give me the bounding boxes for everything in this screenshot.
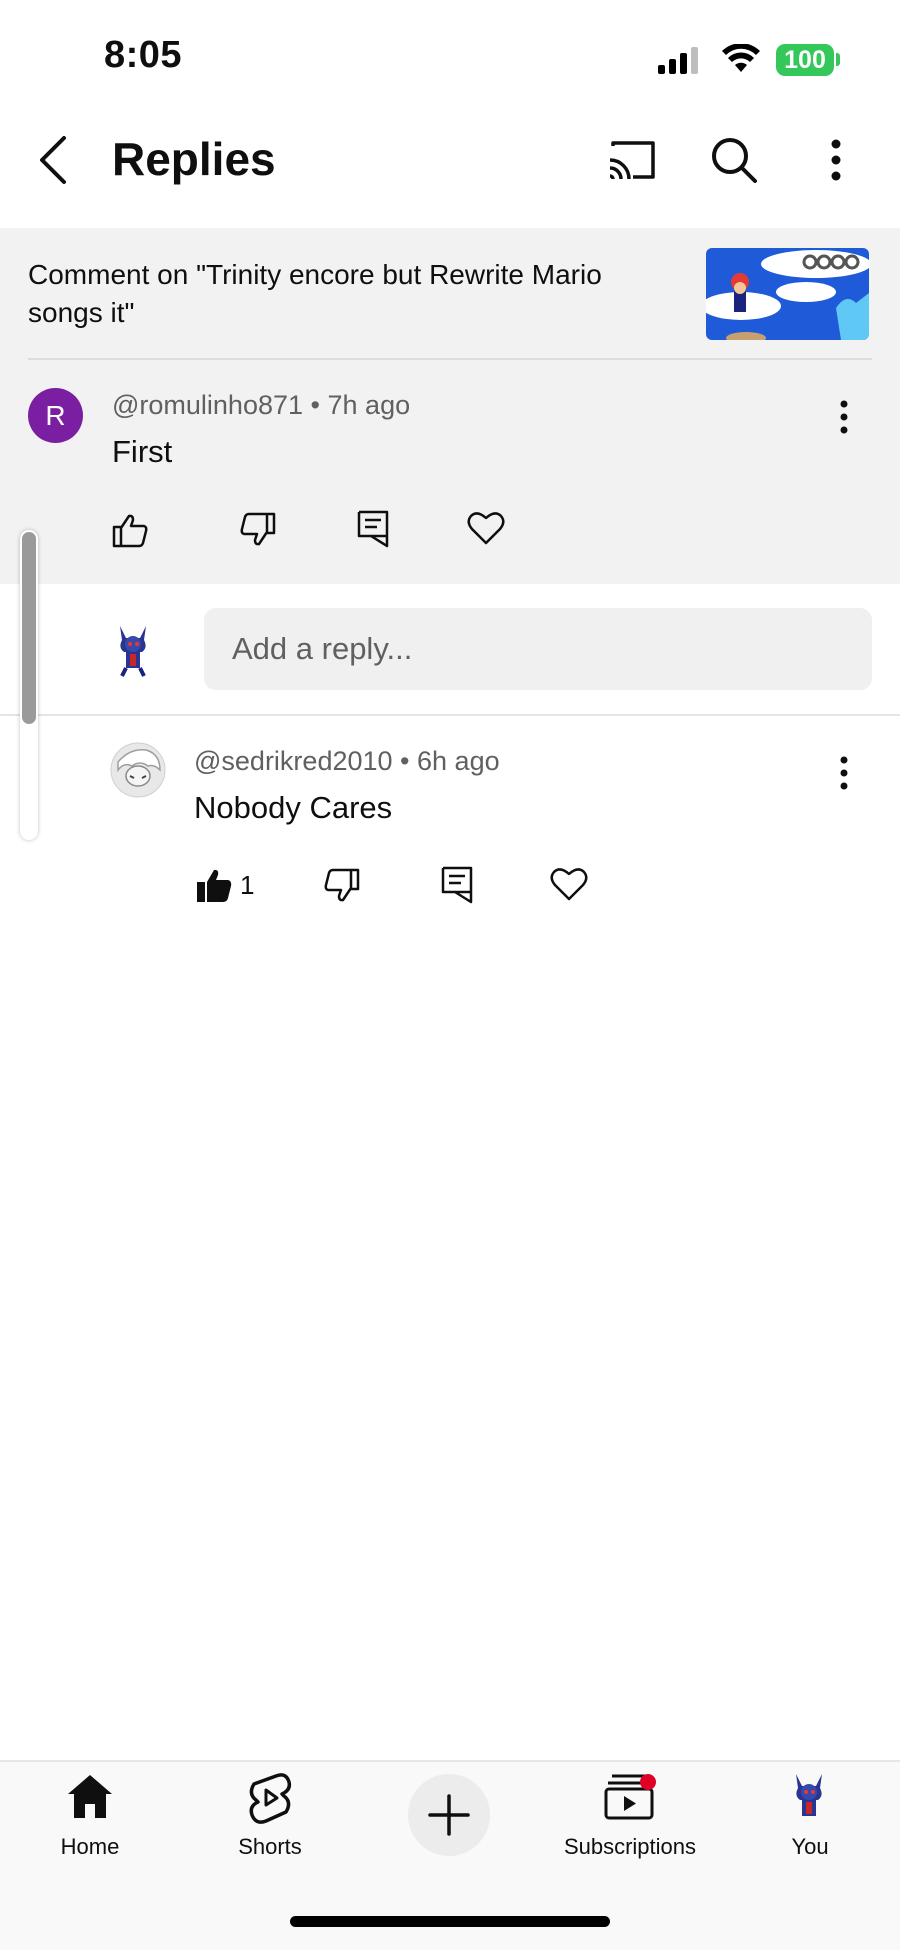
thumb-down-icon[interactable] xyxy=(240,512,276,548)
reply-icon[interactable] xyxy=(357,510,389,548)
thumb-up-filled-icon[interactable] xyxy=(196,867,232,903)
more-vertical-icon[interactable] xyxy=(826,138,846,182)
video-thumbnail[interactable] xyxy=(706,248,869,340)
you-avatar xyxy=(784,1770,834,1826)
nav-create[interactable] xyxy=(360,1770,540,1880)
cellular-signal-icon xyxy=(656,46,704,74)
comment-time: 7h ago xyxy=(327,390,411,420)
scrollbar-thumb[interactable] xyxy=(22,532,36,724)
comment-meta: @romulinho871 • 7h ago xyxy=(112,390,410,421)
heart-icon[interactable] xyxy=(467,510,505,546)
comment-text: First xyxy=(112,434,173,469)
home-indicator xyxy=(290,1916,610,1927)
back-arrow-icon[interactable] xyxy=(34,134,74,186)
page-title: Replies xyxy=(112,133,276,185)
home-icon xyxy=(66,1772,114,1820)
nav-subscriptions[interactable]: Subscriptions xyxy=(540,1770,720,1880)
create-plus-icon xyxy=(428,1794,470,1836)
reply-icon[interactable] xyxy=(441,866,473,904)
nav-you-label: You xyxy=(791,1834,829,1859)
nav-home-label: Home xyxy=(60,1834,120,1859)
nav-shorts-label: Shorts xyxy=(238,1834,302,1859)
battery-indicator: 100 xyxy=(776,44,834,76)
comment-author[interactable]: @romulinho871 xyxy=(112,390,303,420)
subscriptions-icon xyxy=(604,1774,656,1820)
wifi-icon xyxy=(721,44,761,74)
more-vertical-icon[interactable] xyxy=(836,756,852,790)
nav-home[interactable]: Home xyxy=(0,1770,180,1880)
heart-icon[interactable] xyxy=(550,866,588,902)
reply-time: 6h ago xyxy=(417,746,500,776)
cast-icon[interactable] xyxy=(607,138,657,182)
thumb-down-icon[interactable] xyxy=(324,868,360,904)
nav-subscriptions-label: Subscriptions xyxy=(563,1834,697,1859)
reply-avatar[interactable] xyxy=(110,742,166,798)
meta-separator: • xyxy=(310,390,328,420)
more-vertical-icon[interactable] xyxy=(836,400,852,434)
reply-input[interactable]: Add a reply... xyxy=(204,608,872,690)
reply-text: Nobody Cares xyxy=(194,790,393,825)
status-time: 8:05 xyxy=(104,34,183,76)
like-count: 1 xyxy=(240,870,255,900)
shorts-icon xyxy=(248,1772,292,1824)
nav-shorts[interactable]: Shorts xyxy=(180,1770,360,1880)
thumb-up-icon[interactable] xyxy=(112,512,148,548)
nav-you[interactable]: You xyxy=(720,1770,900,1880)
comment-context-text: Comment on "Trinity encore but Rewrite M… xyxy=(28,259,602,328)
create-button[interactable] xyxy=(408,1774,490,1856)
divider xyxy=(0,714,900,716)
reply-author[interactable]: @sedrikred2010 xyxy=(194,746,393,776)
reply-meta: @sedrikred2010 • 6h ago xyxy=(194,746,500,777)
search-icon[interactable] xyxy=(710,136,758,184)
avatar[interactable]: R xyxy=(28,388,83,443)
meta-separator: • xyxy=(400,746,418,776)
battery-tip xyxy=(836,53,840,66)
user-avatar[interactable] xyxy=(108,622,158,678)
